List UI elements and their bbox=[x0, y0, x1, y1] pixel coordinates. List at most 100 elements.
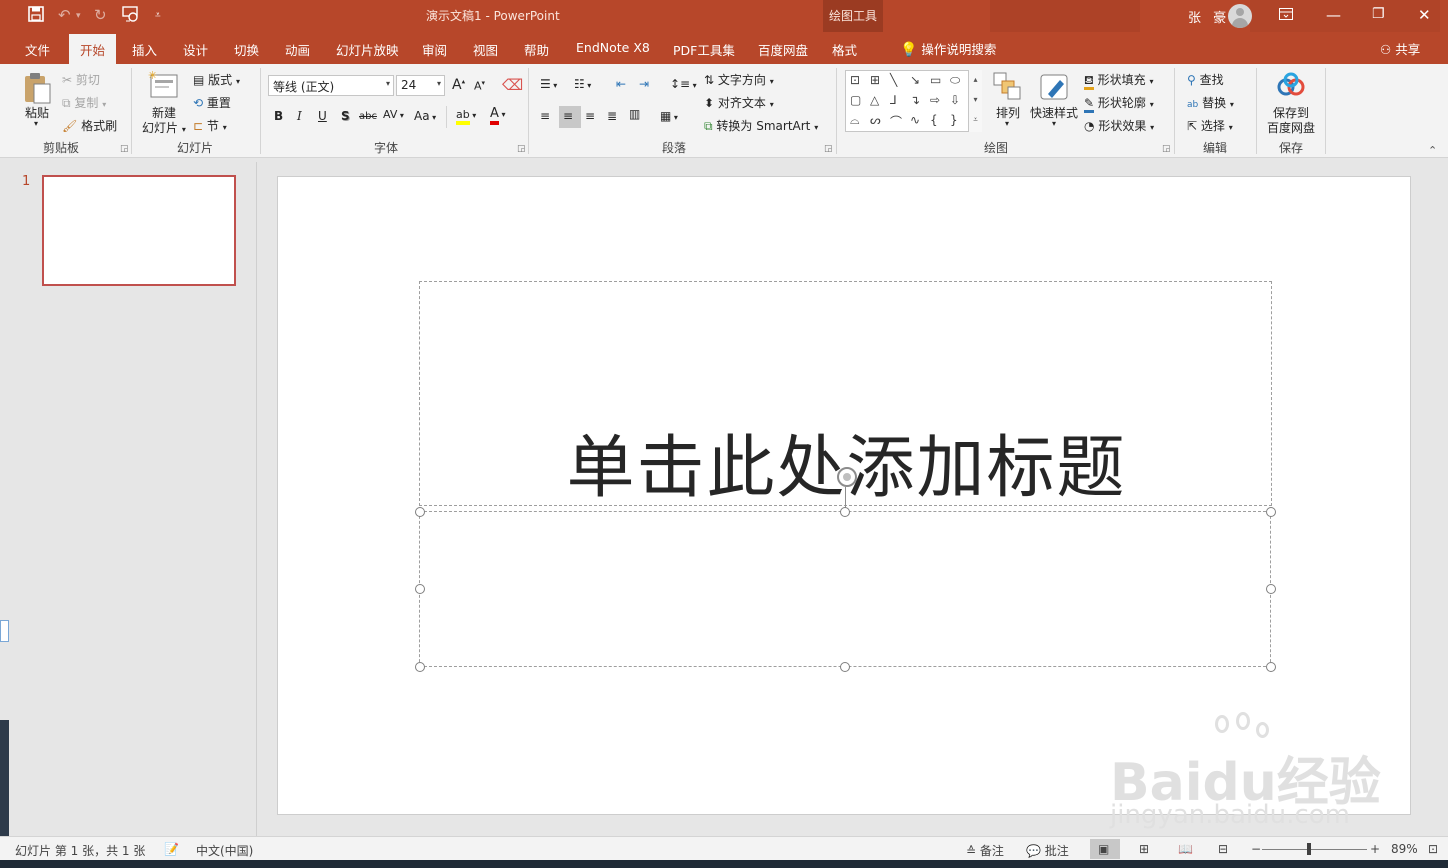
down-arrow-shape-icon[interactable]: ⇩ bbox=[950, 93, 960, 107]
zoom-in-button[interactable]: + bbox=[1370, 842, 1380, 856]
shape-outline-button[interactable]: ✎ 形状轮廓 ▾ bbox=[1084, 94, 1154, 113]
vertical-textbox-shape-icon[interactable]: ⊞ bbox=[870, 73, 880, 87]
normal-view-icon[interactable]: ▣ bbox=[1098, 842, 1109, 856]
present-from-start-icon[interactable] bbox=[122, 6, 140, 26]
resize-handle[interactable] bbox=[415, 662, 425, 672]
numbering-icon[interactable]: ☷ ▾ bbox=[574, 77, 591, 91]
decrease-indent-icon[interactable]: ⇤ bbox=[616, 77, 626, 91]
select-button[interactable]: ⇱ 选择 ▾ bbox=[1187, 117, 1233, 134]
zoom-out-button[interactable]: − bbox=[1251, 842, 1261, 856]
grow-font-button[interactable]: A▴ bbox=[452, 77, 465, 93]
shape-fill-button[interactable]: ⛾ 形状填充 ▾ bbox=[1084, 71, 1154, 90]
strikethrough-button[interactable]: abc bbox=[359, 111, 377, 122]
tab-view[interactable]: 视图 bbox=[473, 40, 498, 59]
language-status[interactable]: 中文(中国) bbox=[196, 842, 253, 859]
convert-smartart-button[interactable]: ⧉ 转换为 SmartArt ▾ bbox=[704, 117, 818, 134]
fit-to-window-icon[interactable]: ⊡ bbox=[1428, 842, 1438, 856]
slide-sorter-icon[interactable]: ⊞ bbox=[1139, 842, 1149, 856]
drawing-launcher-icon[interactable]: ◲ bbox=[1162, 144, 1171, 154]
freeform-shape-icon[interactable]: ⌓ bbox=[850, 113, 860, 128]
undo-icon[interactable]: ↶ bbox=[58, 6, 71, 24]
format-painter-button[interactable]: 🖌 格式刷 bbox=[62, 117, 117, 134]
elbow-arrow-shape-icon[interactable]: ↴ bbox=[910, 93, 920, 107]
align-text-button[interactable]: ⬍ 对齐文本 ▾ bbox=[704, 94, 774, 111]
paste-dropdown-icon[interactable]: ▾ bbox=[34, 119, 38, 128]
arrow-line-shape-icon[interactable]: ↘ bbox=[910, 73, 920, 87]
user-name[interactable]: 张 豪 bbox=[1188, 7, 1230, 26]
gallery-down-icon[interactable]: ▾ bbox=[969, 90, 982, 110]
rounded-rect-shape-icon[interactable]: ▢ bbox=[850, 93, 861, 107]
gallery-more-icon[interactable]: ⩡ bbox=[969, 110, 982, 130]
italic-button[interactable]: I bbox=[297, 109, 302, 123]
rotate-handle-icon[interactable] bbox=[837, 467, 857, 487]
tab-file[interactable]: 文件 bbox=[25, 40, 50, 59]
oval-shape-icon[interactable]: ⬭ bbox=[950, 73, 960, 88]
tab-format[interactable]: 格式 bbox=[832, 40, 857, 59]
tab-home[interactable]: 开始 bbox=[69, 34, 117, 64]
clipboard-launcher-icon[interactable]: ◲ bbox=[120, 144, 129, 154]
share-button[interactable]: ⚇ 共享 bbox=[1380, 39, 1420, 58]
collapse-ribbon-icon[interactable]: ⌃ bbox=[1428, 144, 1437, 157]
tab-endnote[interactable]: EndNote X8 bbox=[576, 40, 650, 55]
font-size-combo[interactable]: 24 ▾ bbox=[396, 75, 445, 96]
font-name-combo[interactable]: 等线 (正文) ▾ bbox=[268, 75, 394, 96]
distribute-icon[interactable]: ▥ bbox=[629, 107, 640, 121]
new-slide-icon[interactable]: ✳ bbox=[148, 69, 180, 103]
spellcheck-icon[interactable]: 📝 bbox=[164, 842, 179, 856]
resize-handle[interactable] bbox=[415, 507, 425, 517]
quick-styles-icon[interactable] bbox=[1040, 72, 1070, 105]
minimize-button[interactable]: — bbox=[1326, 6, 1341, 24]
underline-button[interactable]: U bbox=[318, 109, 327, 123]
zoom-level[interactable]: 89% bbox=[1391, 842, 1418, 856]
tab-help[interactable]: 帮助 bbox=[524, 40, 549, 59]
slide-thumbnail[interactable] bbox=[42, 175, 236, 286]
zoom-slider-thumb[interactable] bbox=[1307, 843, 1311, 855]
columns-icon[interactable]: ▦ ▾ bbox=[660, 109, 678, 123]
elbow-connector-shape-icon[interactable]: ⅃ bbox=[890, 93, 897, 107]
title-placeholder-text[interactable]: 单击此处添加标题 bbox=[420, 412, 1273, 511]
increase-indent-icon[interactable]: ⇥ bbox=[639, 77, 649, 91]
arrange-icon[interactable] bbox=[993, 72, 1021, 103]
line-shape-icon[interactable]: ╲ bbox=[890, 73, 897, 87]
align-center-icon[interactable]: ≡ bbox=[563, 109, 573, 123]
comments-button[interactable]: 💬 批注 bbox=[1026, 842, 1069, 859]
left-brace-shape-icon[interactable]: { bbox=[930, 113, 938, 127]
shapes-gallery[interactable]: ⊡ ⊞ ╲ ↘ ▭ ⬭ ▢ △ ⅃ ↴ ⇨ ⇩ ⌓ ᔕ ⌒ ∿ { } bbox=[845, 70, 982, 132]
right-arrow-shape-icon[interactable]: ⇨ bbox=[930, 93, 940, 107]
bullets-icon[interactable]: ☰ ▾ bbox=[540, 77, 557, 91]
curve-shape-icon[interactable]: ∿ bbox=[910, 113, 920, 127]
font-launcher-icon[interactable]: ◲ bbox=[517, 144, 526, 154]
tab-baidu-netdisk[interactable]: 百度网盘 bbox=[758, 40, 808, 59]
tell-me-search[interactable]: 💡 操作说明搜索 bbox=[900, 39, 996, 58]
textbox-shape-icon[interactable]: ⊡ bbox=[850, 73, 860, 87]
tab-slideshow[interactable]: 幻灯片放映 bbox=[336, 40, 399, 59]
slideshow-view-icon[interactable]: ⊟ bbox=[1218, 842, 1228, 856]
gallery-up-icon[interactable]: ▴ bbox=[969, 70, 982, 90]
paragraph-launcher-icon[interactable]: ◲ bbox=[824, 144, 833, 154]
right-brace-shape-icon[interactable]: } bbox=[950, 113, 958, 127]
align-left-icon[interactable]: ≡ bbox=[540, 109, 550, 123]
resize-handle[interactable] bbox=[1266, 584, 1276, 594]
close-button[interactable]: ✕ bbox=[1418, 6, 1431, 24]
rectangle-shape-icon[interactable]: ▭ bbox=[930, 73, 941, 87]
find-button[interactable]: ⚲ 查找 bbox=[1187, 71, 1224, 88]
quick-styles-dropdown-icon[interactable]: ▾ bbox=[1052, 119, 1056, 128]
slide-count-status[interactable]: 幻灯片 第 1 张，共 1 张 bbox=[15, 842, 145, 859]
arrange-dropdown-icon[interactable]: ▾ bbox=[1005, 119, 1009, 128]
resize-handle[interactable] bbox=[1266, 507, 1276, 517]
new-slide-label-2[interactable]: 幻灯片 ▾ bbox=[142, 119, 186, 136]
resize-handle[interactable] bbox=[1266, 662, 1276, 672]
gallery-scroll[interactable]: ▴ ▾ ⩡ bbox=[968, 70, 982, 132]
notes-button[interactable]: ≙ 备注 bbox=[966, 842, 1004, 859]
tab-pdf-tools[interactable]: PDF工具集 bbox=[673, 40, 735, 59]
justify-icon[interactable]: ≣ bbox=[607, 109, 617, 123]
tab-insert[interactable]: 插入 bbox=[132, 40, 157, 59]
pane-divider[interactable] bbox=[256, 162, 257, 836]
tab-design[interactable]: 设计 bbox=[183, 40, 208, 59]
undo-dropdown-icon[interactable]: ▾ bbox=[76, 11, 81, 21]
triangle-shape-icon[interactable]: △ bbox=[870, 93, 879, 107]
character-spacing-button[interactable]: AV ▾ bbox=[383, 108, 404, 121]
save-to-label-2[interactable]: 百度网盘 bbox=[1267, 119, 1315, 136]
tab-animations[interactable]: 动画 bbox=[285, 40, 310, 59]
tab-review[interactable]: 审阅 bbox=[422, 40, 447, 59]
